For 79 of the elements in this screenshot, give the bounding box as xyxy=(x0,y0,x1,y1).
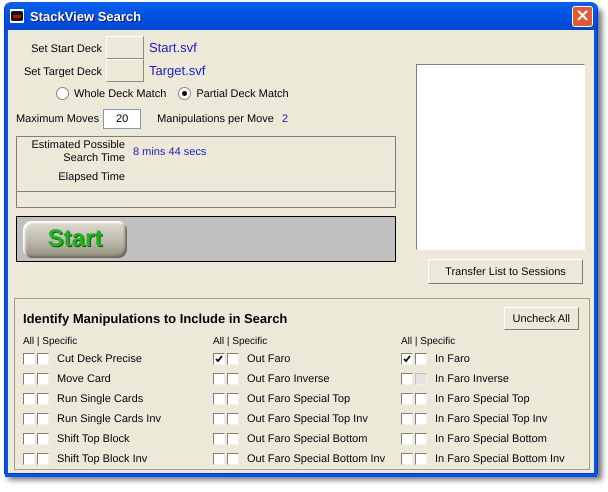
checkbox[interactable] xyxy=(401,373,413,385)
checkbox[interactable] xyxy=(227,413,239,425)
uncheck-all-button[interactable]: Uncheck All xyxy=(504,307,579,330)
checkbox[interactable] xyxy=(401,433,413,445)
checkbox-label: In Faro Special Top Inv xyxy=(435,413,548,425)
column-header: All | Specific xyxy=(401,336,456,349)
checkbox-label: Out Faro Special Top xyxy=(247,393,350,405)
start-deck-button[interactable] xyxy=(106,36,144,59)
checkbox[interactable] xyxy=(213,413,225,425)
field-label: Set Target Deck xyxy=(24,66,102,78)
checkbox[interactable] xyxy=(415,353,427,365)
value-text: 8 mins 44 secs xyxy=(133,146,208,158)
checkbox[interactable] xyxy=(227,373,239,385)
checkbox-label: Cut Deck Precise xyxy=(57,353,142,365)
checkbox[interactable] xyxy=(213,393,225,405)
checkbox[interactable] xyxy=(23,393,35,405)
checkbox-label: Shift Top Block Inv xyxy=(57,453,148,465)
checkbox-label: Out Faro Inverse xyxy=(247,373,330,385)
checkbox-label: Shift Top Block xyxy=(57,433,130,445)
radio-button[interactable] xyxy=(56,87,69,100)
checkbox-label: Move Card xyxy=(57,373,111,385)
checkbox[interactable] xyxy=(213,433,225,445)
checkbox[interactable] xyxy=(415,453,427,465)
transfer-button[interactable]: Transfer List to Sessions xyxy=(428,259,583,284)
field-label: Maximum Moves xyxy=(16,112,100,124)
checkbox[interactable] xyxy=(401,453,413,465)
checkbox[interactable] xyxy=(213,453,225,465)
moves-input[interactable]: 20 xyxy=(103,108,142,128)
checkbox[interactable] xyxy=(227,353,239,365)
checkbox[interactable] xyxy=(227,393,239,405)
checkbox[interactable] xyxy=(227,433,239,445)
checkbox[interactable] xyxy=(213,373,225,385)
window-title: StackView Search xyxy=(30,8,142,24)
checkbox-label: In Faro Special Top xyxy=(435,393,530,405)
checkbox[interactable] xyxy=(401,353,413,365)
checkbox[interactable] xyxy=(401,413,413,425)
checkbox[interactable] xyxy=(415,393,427,405)
checkbox-label: Run Single Cards xyxy=(57,393,144,405)
checkbox[interactable] xyxy=(37,453,49,465)
group-title: Identify Manipulations to Include in Search xyxy=(23,311,288,326)
checkbox-label: Out Faro Special Bottom Inv xyxy=(247,453,386,465)
checkbox-label: Out Faro Special Top Inv xyxy=(247,413,368,425)
checkbox-label: In Faro Special Bottom Inv xyxy=(435,453,565,465)
column-header: All | Specific xyxy=(23,336,78,349)
checkbox-label: In Faro Inverse xyxy=(435,373,509,385)
column-header: All | Specific xyxy=(213,336,268,349)
field-label: Set Start Deck xyxy=(31,42,102,54)
checkbox[interactable] xyxy=(23,453,35,465)
checkbox[interactable] xyxy=(415,413,427,425)
field-label: Elapsed Time xyxy=(57,171,125,184)
checkbox[interactable] xyxy=(23,433,35,445)
checkbox-label: In Faro Special Bottom xyxy=(435,433,547,445)
checkbox[interactable] xyxy=(37,393,49,405)
field-label: Manipulations per Move xyxy=(157,112,274,124)
checkbox-label: Out Faro Special Bottom xyxy=(247,433,368,445)
checkbox[interactable] xyxy=(23,353,35,365)
checkbox[interactable] xyxy=(401,393,413,405)
radio-label: Whole Deck Match xyxy=(74,88,166,100)
checkbox[interactable] xyxy=(213,353,225,365)
radio-button[interactable] xyxy=(178,87,192,100)
file-name: Start.svf xyxy=(149,40,197,55)
target-deck-button[interactable] xyxy=(106,59,144,82)
checkbox[interactable] xyxy=(23,413,35,425)
checkbox[interactable] xyxy=(37,413,49,425)
checkbox[interactable] xyxy=(37,373,49,385)
field-label: Estimated Possible Search Time xyxy=(30,139,125,165)
close-button[interactable]: × xyxy=(572,6,593,26)
value-text: 2 xyxy=(282,112,288,124)
checkbox[interactable] xyxy=(415,433,427,445)
checkbox[interactable] xyxy=(37,353,49,365)
checkbox-label: Out Faro xyxy=(247,353,290,365)
checkbox[interactable] xyxy=(23,373,35,385)
file-name: Target.svf xyxy=(149,63,206,78)
radio-label: Partial Deck Match xyxy=(196,88,289,100)
checkbox[interactable] xyxy=(227,453,239,465)
app-icon xyxy=(9,8,25,24)
checkbox-label: Run Single Cards Inv xyxy=(57,413,161,425)
checkbox[interactable] xyxy=(37,433,49,445)
checkbox-label: In Faro xyxy=(435,353,470,365)
